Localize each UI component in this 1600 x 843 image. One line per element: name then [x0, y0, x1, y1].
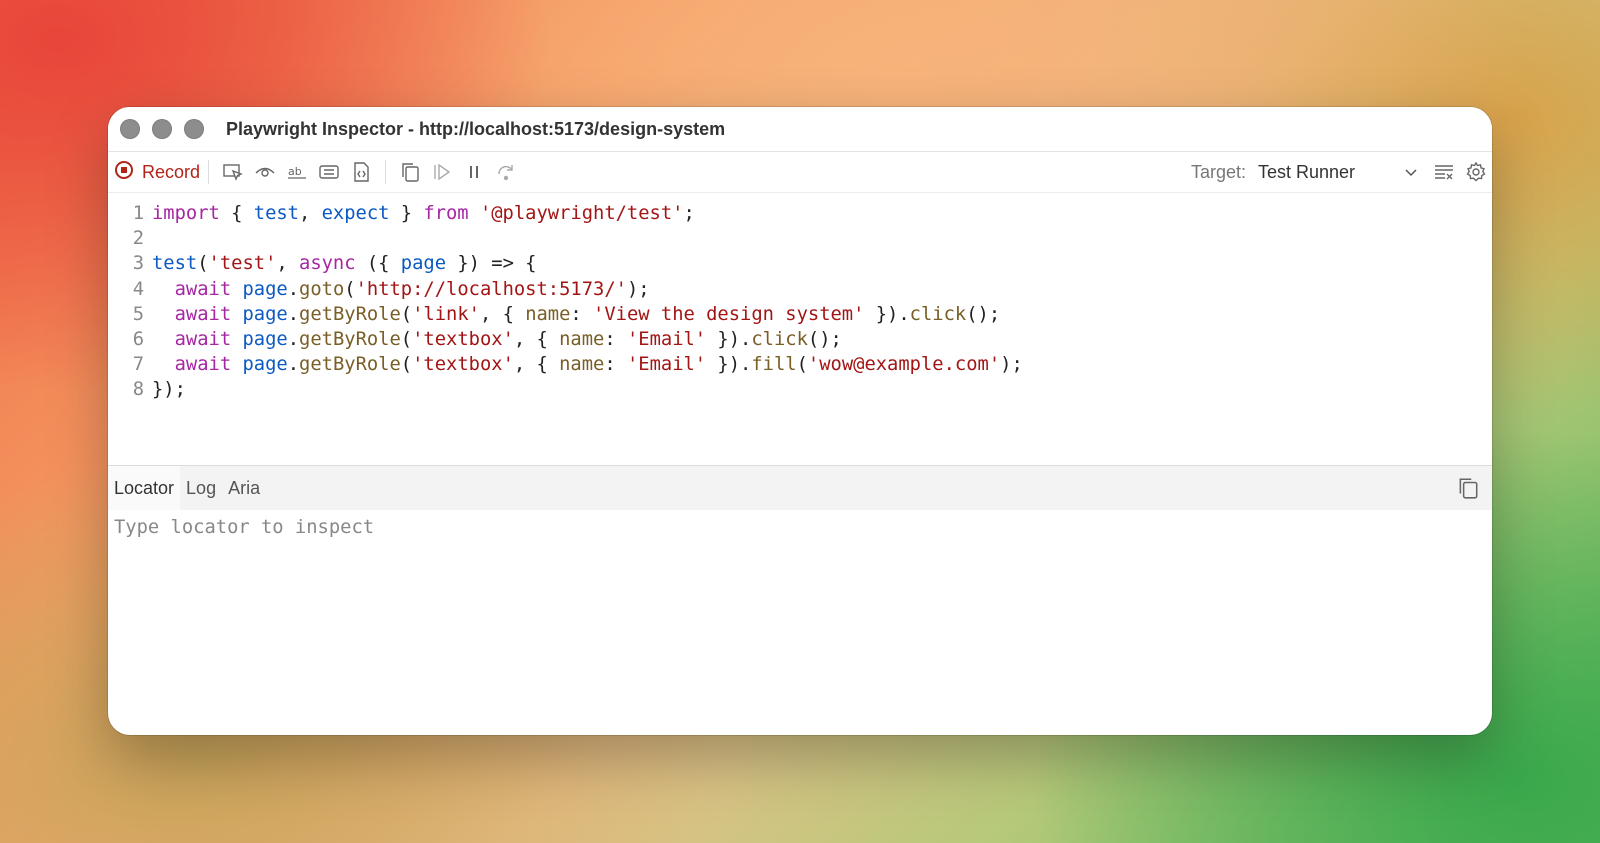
svg-text:ab: ab	[288, 165, 302, 178]
step-over-icon[interactable]	[492, 158, 520, 186]
code-line: 5 await page. getByRole('link', { name: '…	[108, 302, 1492, 327]
code-line: 8});	[108, 377, 1492, 402]
clear-icon[interactable]	[1430, 158, 1458, 186]
assert-value-icon[interactable]	[315, 158, 343, 186]
close-window-button[interactable]	[120, 119, 140, 139]
line-number: 7	[132, 354, 144, 376]
code-line: 3 test('test', async ({ page }) => {	[108, 251, 1492, 276]
copy-icon[interactable]	[396, 158, 424, 186]
window-controls	[120, 119, 204, 139]
code-line: 4 await page. goto('http://localhost:5173…	[108, 277, 1492, 302]
inspector-window: Playwright Inspector - http://localhost:…	[108, 107, 1492, 735]
window-title: Playwright Inspector - http://localhost:…	[226, 118, 726, 139]
line-number: 8	[132, 379, 144, 401]
assert-text-icon[interactable]: ab	[283, 158, 311, 186]
locator-input[interactable]	[112, 516, 1492, 539]
tab-locator[interactable]: Locator	[108, 466, 181, 510]
code-line: 2	[108, 226, 1492, 251]
line-number: 3	[132, 253, 144, 275]
target-select-value: Test Runner	[1258, 161, 1356, 182]
copy-icon[interactable]	[1456, 476, 1480, 500]
code-line: 6 await page. getByRole('textbox', { name…	[108, 327, 1492, 352]
assert-snapshot-icon[interactable]	[347, 158, 375, 186]
zoom-window-button[interactable]	[184, 119, 204, 139]
pause-icon[interactable]	[460, 158, 488, 186]
line-number: 6	[132, 329, 144, 351]
pick-locator-icon[interactable]	[219, 158, 247, 186]
target-label: Target:	[1190, 161, 1246, 182]
title-bar: Playwright Inspector - http://localhost:…	[108, 107, 1492, 152]
target-select[interactable]: Test Runner	[1258, 162, 1418, 183]
toolbar-divider	[208, 160, 210, 184]
settings-icon[interactable]	[1462, 158, 1490, 186]
record-icon	[114, 160, 134, 185]
chevron-down-icon	[1405, 169, 1417, 177]
line-number: 4	[132, 278, 144, 300]
minimize-window-button[interactable]	[152, 119, 172, 139]
line-number: 1	[132, 203, 144, 224]
inspector-tabs: Locator Log Aria	[108, 466, 1492, 510]
locator-panel	[108, 510, 1492, 545]
code-editor[interactable]: 1 import { test, expect } from '@playwrig…	[108, 193, 1492, 466]
record-label: Record	[142, 161, 201, 182]
line-number: 5	[132, 303, 144, 325]
toolbar: Record ab Target: Test Runner	[108, 152, 1492, 193]
resume-icon[interactable]	[428, 158, 456, 186]
code-line: 1 import { test, expect } from '@playwrig…	[108, 201, 1492, 226]
code-line: 7 await page. getByRole('textbox', { name…	[108, 352, 1492, 377]
tab-log[interactable]: Log	[180, 466, 222, 510]
assert-visibility-icon[interactable]	[251, 158, 279, 186]
tab-aria[interactable]: Aria	[222, 466, 266, 510]
toolbar-divider	[385, 160, 387, 184]
record-button[interactable]: Record	[114, 160, 200, 185]
line-number: 2	[132, 228, 144, 250]
